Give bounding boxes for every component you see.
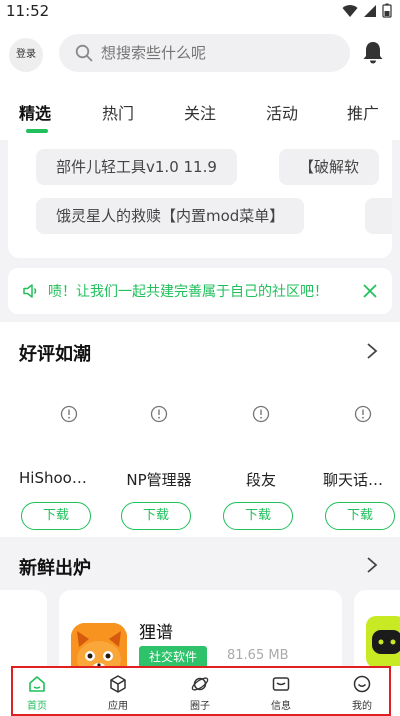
battery-icon <box>382 3 392 18</box>
active-tab-indicator <box>26 129 48 133</box>
tab-follow[interactable]: 关注 <box>184 100 216 124</box>
community-notice: 啧！让我们一起共建完善属于自己的社区吧！ <box>8 268 392 314</box>
download-button[interactable]: 下载 <box>121 502 191 530</box>
chevron-right-icon[interactable] <box>366 556 378 574</box>
box-icon <box>110 675 126 693</box>
nav-label: 我的 <box>352 701 372 712</box>
nav-circles[interactable]: 圈子 <box>170 674 230 712</box>
category-tag: 社交软件 <box>139 646 208 668</box>
hot-chip-partial[interactable] <box>365 198 392 234</box>
speaker-icon <box>23 284 37 298</box>
download-button[interactable]: 下载 <box>223 502 293 530</box>
section-title: 新鲜出炉 <box>19 558 91 579</box>
search-input[interactable] <box>101 34 331 72</box>
nav-messages[interactable]: 信息 <box>251 674 311 712</box>
new-arrivals-header: 新鲜出炉 <box>0 537 400 590</box>
bottom-navigation: 首页 应用 圈子 信息 我的 <box>0 666 400 716</box>
chevron-right-icon[interactable] <box>366 342 378 360</box>
notice-text: 啧！让我们一起共建完善属于自己的社区吧！ <box>48 284 328 300</box>
nav-profile[interactable]: 我的 <box>332 674 392 712</box>
tab-events[interactable]: 活动 <box>266 100 298 124</box>
nav-label: 圈子 <box>190 701 210 712</box>
app-name: NP管理器 <box>126 471 192 489</box>
nav-apps[interactable]: 应用 <box>88 674 148 712</box>
gamepad-icon <box>372 630 400 654</box>
status-icons <box>342 3 392 18</box>
tab-featured[interactable]: 精选 <box>19 100 51 124</box>
hot-chip[interactable]: 部件儿轻工具v1.0 11.9 <box>36 149 237 185</box>
search-icon <box>75 44 93 62</box>
bell-icon[interactable] <box>362 40 384 64</box>
app-name: 聊天话… <box>323 471 384 489</box>
planet-icon <box>191 677 209 691</box>
info-icon <box>354 405 372 423</box>
app-header: 登录 精选 热门 关注 活动 推广 <box>0 22 400 140</box>
hot-search-card: 部件儿轻工具v1.0 11.9 【破解软 饿灵星人的救赎【内置mod菜单】 <box>8 140 392 258</box>
mail-icon <box>272 677 290 691</box>
download-button[interactable]: 下载 <box>21 502 91 530</box>
app-icon <box>231 384 291 444</box>
tab-promo[interactable]: 推广 <box>347 100 379 124</box>
status-time: 11:52 <box>6 2 50 20</box>
close-icon[interactable] <box>363 284 377 298</box>
app-icon <box>129 384 189 444</box>
app-size: 81.65 MB <box>227 648 289 663</box>
app-name: HiShoo… <box>19 469 87 487</box>
tab-hot[interactable]: 热门 <box>102 100 134 124</box>
app-icon <box>366 616 400 668</box>
nav-home[interactable]: 首页 <box>7 674 67 712</box>
hot-chip[interactable]: 【破解软 <box>279 149 380 185</box>
app-icon <box>39 384 99 444</box>
wifi-icon <box>342 4 358 17</box>
status-bar: 11:52 <box>0 0 400 22</box>
search-bar[interactable] <box>59 34 350 72</box>
info-icon <box>252 405 270 423</box>
nav-label: 信息 <box>271 701 291 712</box>
info-icon <box>60 405 78 423</box>
smile-icon <box>353 675 371 693</box>
info-icon <box>150 405 168 423</box>
good-reviews-section: 好评如潮 HiShoo… 下载 NP管理器 下载 段友 下载 聊天话… 下载 <box>0 322 400 537</box>
category-tabs: 精选 热门 关注 活动 推广 <box>0 92 400 138</box>
signal-icon <box>364 4 376 17</box>
nav-label: 应用 <box>108 701 128 712</box>
download-button[interactable]: 下载 <box>325 502 395 530</box>
app-name: 段友 <box>245 471 276 489</box>
home-icon <box>29 676 45 692</box>
app-icon <box>333 384 393 444</box>
hot-chip[interactable]: 饿灵星人的救赎【内置mod菜单】 <box>36 198 305 234</box>
app-name: 狸谱 <box>139 623 173 643</box>
login-button[interactable]: 登录 <box>9 38 43 72</box>
section-title: 好评如潮 <box>19 344 91 365</box>
nav-label: 首页 <box>27 701 47 712</box>
